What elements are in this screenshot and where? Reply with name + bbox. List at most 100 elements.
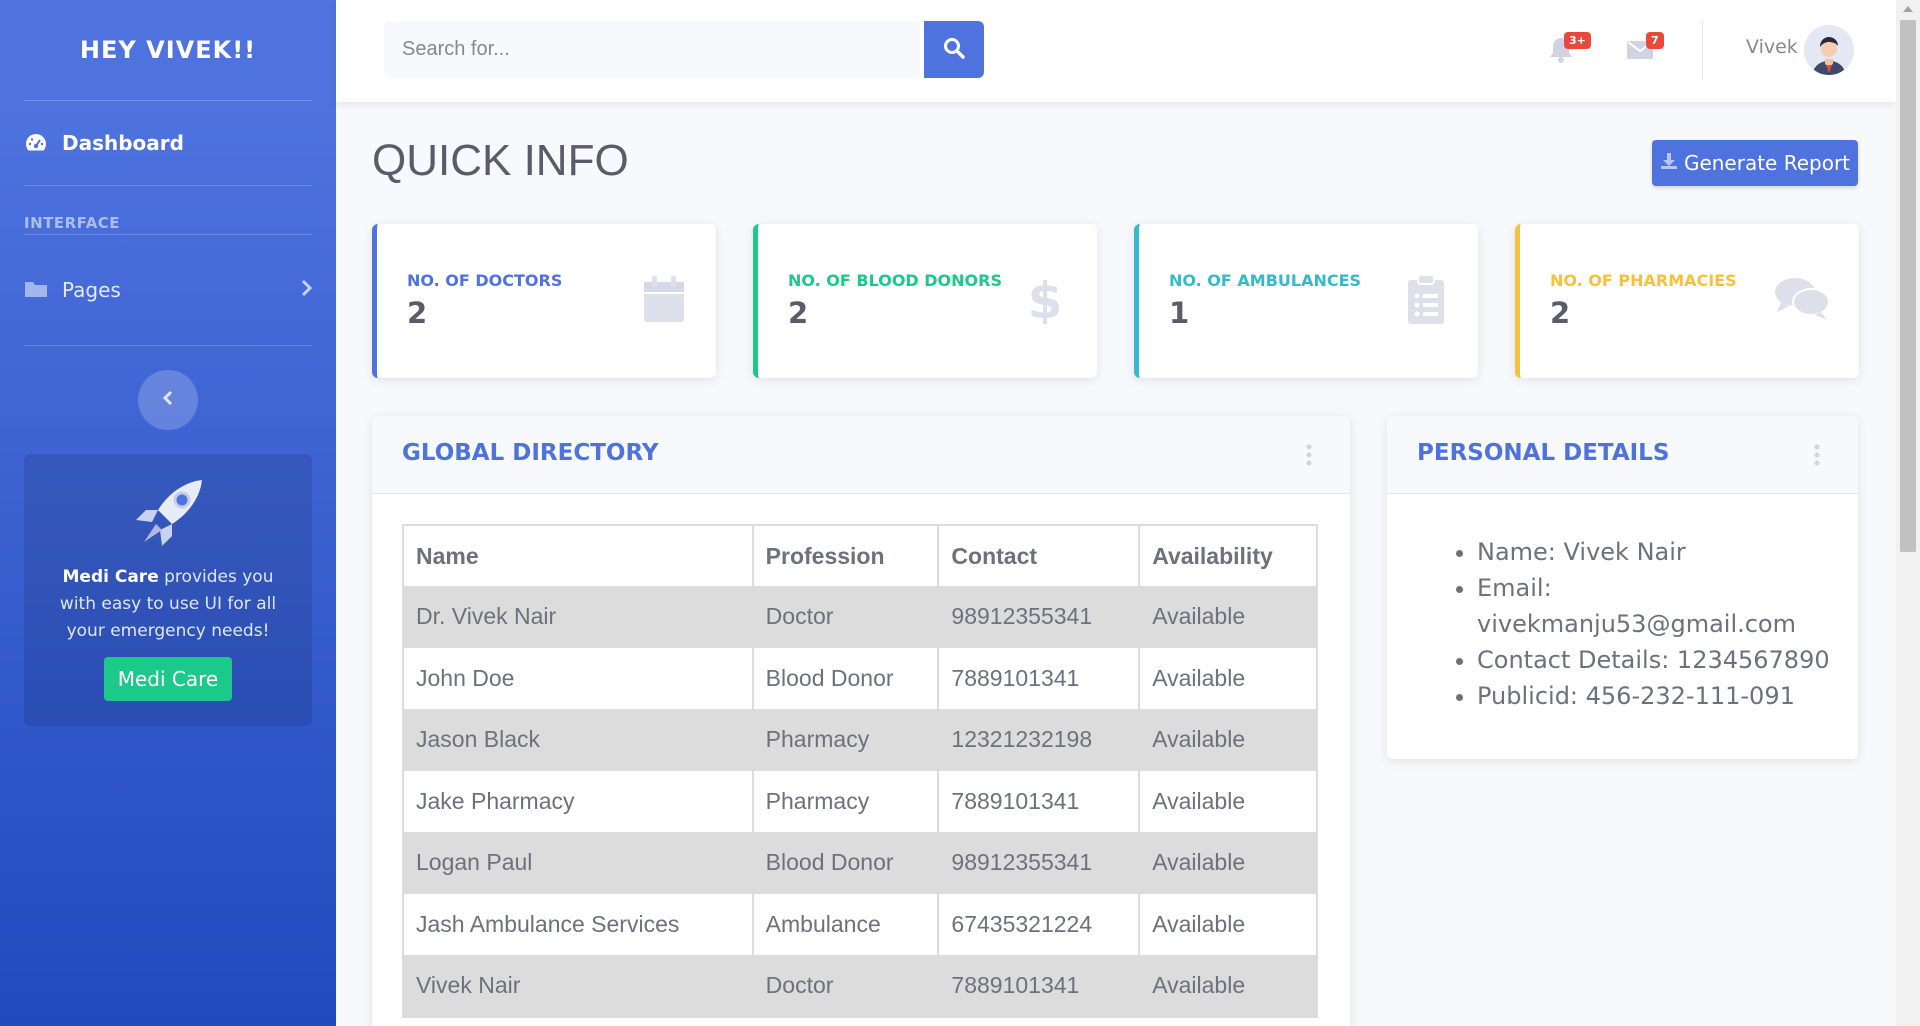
table-cell: Blood Donor bbox=[752, 832, 940, 894]
stat-label: No. of Doctors bbox=[407, 271, 563, 290]
search-input[interactable] bbox=[384, 21, 920, 78]
sidebar-heading: INTERFACE bbox=[24, 214, 121, 232]
topbar: 3+ 7 Vivek bbox=[336, 0, 1896, 102]
table-cell: Dr. Vivek Nair bbox=[403, 586, 754, 648]
list-item: Contact Details: 1234567890 bbox=[1477, 642, 1847, 678]
dollar-icon: $ bbox=[1021, 272, 1069, 330]
table-cell: Pharmacy bbox=[752, 770, 940, 832]
search-button[interactable] bbox=[924, 21, 984, 78]
table-row: John Doe Blood Donor 7889101341 Availabl… bbox=[403, 647, 1318, 709]
sidebar-promo-card: Medi Care provides you with easy to use … bbox=[24, 454, 312, 726]
scroll-up-arrow[interactable] bbox=[1903, 6, 1913, 12]
page-title: QUICK INFO bbox=[372, 136, 629, 185]
list-item: Publicid: 456-232-111-091 bbox=[1477, 678, 1847, 714]
stat-card-doctors: No. of Doctors 2 bbox=[372, 224, 716, 378]
stat-value: 2 bbox=[407, 296, 428, 330]
chevron-left-icon bbox=[162, 390, 174, 410]
column-header: Profession bbox=[752, 525, 940, 586]
clipboard-list-icon bbox=[1402, 274, 1450, 324]
table-cell: 7889101341 bbox=[938, 770, 1141, 832]
directory-table: Name Profession Contact Availability Dr.… bbox=[402, 524, 1318, 1018]
table-cell: Available bbox=[1139, 955, 1318, 1017]
stat-value: 2 bbox=[1550, 296, 1571, 330]
messages-dropdown[interactable]: 7 bbox=[1626, 32, 1664, 66]
bell-icon bbox=[1548, 38, 1574, 68]
sidebar-item-label: Pages bbox=[62, 278, 121, 302]
stat-card-blood-donors: No. of Blood Donors 2 $ bbox=[753, 224, 1097, 378]
table-cell: Available bbox=[1139, 709, 1318, 771]
medi-care-button[interactable]: Medi Care bbox=[103, 657, 233, 701]
stat-label: No. of Blood Donors bbox=[788, 271, 1002, 290]
table-row: Jason Black Pharmacy 12321232198 Availab… bbox=[403, 709, 1318, 771]
table-cell: Doctor bbox=[752, 955, 940, 1017]
table-cell: 98912355341 bbox=[938, 832, 1141, 894]
scroll-thumb[interactable] bbox=[1900, 20, 1916, 552]
sidebar-toggle-button[interactable] bbox=[138, 370, 198, 430]
table-row: Jake Pharmacy Pharmacy 7889101341 Availa… bbox=[403, 770, 1318, 832]
generate-report-label: Generate Report bbox=[1683, 151, 1851, 175]
table-cell: Available bbox=[1139, 647, 1318, 709]
table-cell: Available bbox=[1139, 586, 1318, 648]
table-cell: Jake Pharmacy bbox=[403, 770, 754, 832]
more-options-icon[interactable] bbox=[1814, 444, 1820, 466]
global-directory-card: GLOBAL DIRECTORY Name Profession Contact… bbox=[372, 416, 1350, 1026]
table-cell: Jason Black bbox=[403, 709, 754, 771]
table-cell: 12321232198 bbox=[938, 709, 1141, 771]
promo-brand: Medi Care bbox=[62, 567, 159, 587]
rocket-icon bbox=[128, 480, 208, 556]
table-cell: Jash Ambulance Services bbox=[403, 893, 754, 955]
personal-details-card: PERSONAL DETAILS Name: Vivek Nair Email:… bbox=[1387, 416, 1858, 759]
svg-text:$: $ bbox=[1028, 274, 1063, 324]
card-header: PERSONAL DETAILS bbox=[1387, 416, 1858, 494]
chevron-right-icon bbox=[300, 278, 313, 302]
sidebar-item-dashboard[interactable]: Dashboard bbox=[0, 101, 336, 185]
column-header: Name bbox=[403, 525, 754, 586]
table-row: Jash Ambulance Services Ambulance 674353… bbox=[403, 893, 1318, 955]
download-icon bbox=[1660, 151, 1684, 175]
sidebar-brand[interactable]: HEY VIVEK!! bbox=[0, 0, 336, 100]
tachometer-icon bbox=[24, 131, 48, 155]
stat-label: No. of Pharmacies bbox=[1550, 271, 1737, 290]
table-cell: Pharmacy bbox=[752, 709, 940, 771]
alerts-dropdown[interactable]: 3+ bbox=[1548, 32, 1591, 68]
topbar-divider bbox=[1702, 20, 1703, 80]
more-options-icon[interactable] bbox=[1306, 444, 1312, 466]
calendar-icon bbox=[640, 274, 688, 324]
promo-text: Medi Care provides you with easy to use … bbox=[24, 564, 312, 645]
card-title: PERSONAL DETAILS bbox=[1417, 440, 1670, 466]
table-cell: Doctor bbox=[752, 586, 940, 648]
stat-label: No. of Ambulances bbox=[1169, 271, 1362, 290]
table-row: Dr. Vivek Nair Doctor 98912355341 Availa… bbox=[403, 586, 1318, 648]
card-header: GLOBAL DIRECTORY bbox=[372, 416, 1350, 494]
stat-value: 1 bbox=[1169, 296, 1190, 330]
table-cell: 67435321224 bbox=[938, 893, 1141, 955]
table-cell: John Doe bbox=[403, 647, 754, 709]
column-header: Availability bbox=[1139, 525, 1318, 586]
alerts-count-badge: 3+ bbox=[1564, 32, 1591, 49]
table-cell: Blood Donor bbox=[752, 647, 940, 709]
card-title: GLOBAL DIRECTORY bbox=[402, 440, 659, 466]
personal-details-list: Name: Vivek Nair Email: vivekmanju53@gma… bbox=[1447, 534, 1847, 714]
table-cell: Logan Paul bbox=[403, 832, 754, 894]
folder-icon bbox=[24, 278, 48, 302]
list-item: Name: Vivek Nair bbox=[1477, 534, 1847, 570]
table-row: Logan Paul Blood Donor 98912355341 Avail… bbox=[403, 832, 1318, 894]
sidebar-item-pages[interactable]: Pages bbox=[0, 235, 336, 345]
table-row: Vivek Nair Doctor 7889101341 Available bbox=[403, 955, 1318, 1017]
list-item: Email: vivekmanju53@gmail.com bbox=[1477, 570, 1847, 642]
table-cell: 7889101341 bbox=[938, 955, 1141, 1017]
stat-card-pharmacies: No. of Pharmacies 2 bbox=[1515, 224, 1859, 378]
user-name[interactable]: Vivek bbox=[1746, 36, 1798, 58]
table-cell: 98912355341 bbox=[938, 586, 1141, 648]
sidebar-item-label: Dashboard bbox=[62, 131, 184, 155]
messages-count-badge: 7 bbox=[1646, 32, 1664, 49]
table-cell: Ambulance bbox=[752, 893, 940, 955]
sidebar-divider bbox=[24, 345, 312, 346]
avatar[interactable] bbox=[1804, 25, 1854, 75]
search-icon bbox=[943, 37, 965, 63]
table-cell: Vivek Nair bbox=[403, 955, 754, 1017]
generate-report-button[interactable]: Generate Report bbox=[1652, 140, 1858, 186]
page-scrollbar[interactable] bbox=[1896, 0, 1920, 1026]
table-cell: Available bbox=[1139, 893, 1318, 955]
table-cell: 7889101341 bbox=[938, 647, 1141, 709]
